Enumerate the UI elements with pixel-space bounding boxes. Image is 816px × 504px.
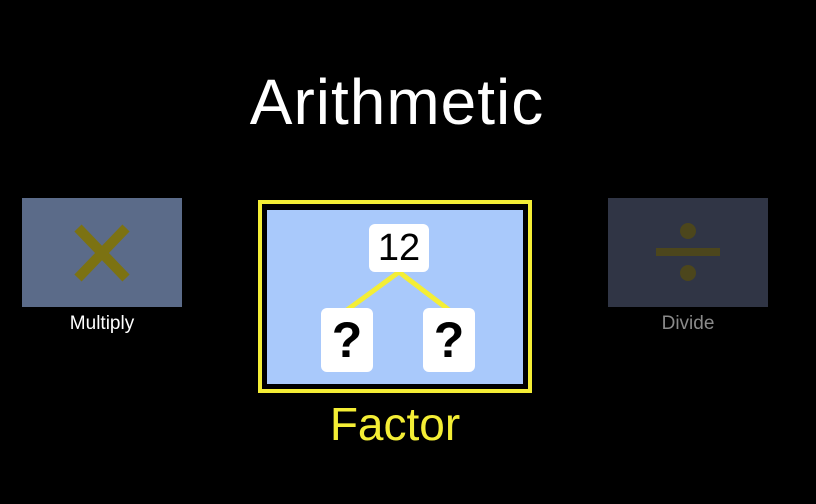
multiply-tile[interactable]: [22, 198, 182, 307]
factor-right-unknown: ?: [423, 308, 475, 372]
divide-icon: [656, 223, 720, 281]
factor-left-unknown: ?: [321, 308, 373, 372]
factor-tile-preview: 12 ? ?: [267, 210, 523, 384]
divide-tile[interactable]: [608, 198, 768, 307]
divide-label: Divide: [661, 313, 715, 334]
factor-label: Factor: [329, 398, 461, 450]
multiply-icon: [74, 224, 130, 282]
page-title: Arithmetic: [249, 66, 545, 138]
factor-root-number: 12: [369, 224, 429, 272]
multiply-label: Multiply: [69, 313, 135, 334]
factor-tile[interactable]: 12 ? ?: [258, 200, 532, 393]
